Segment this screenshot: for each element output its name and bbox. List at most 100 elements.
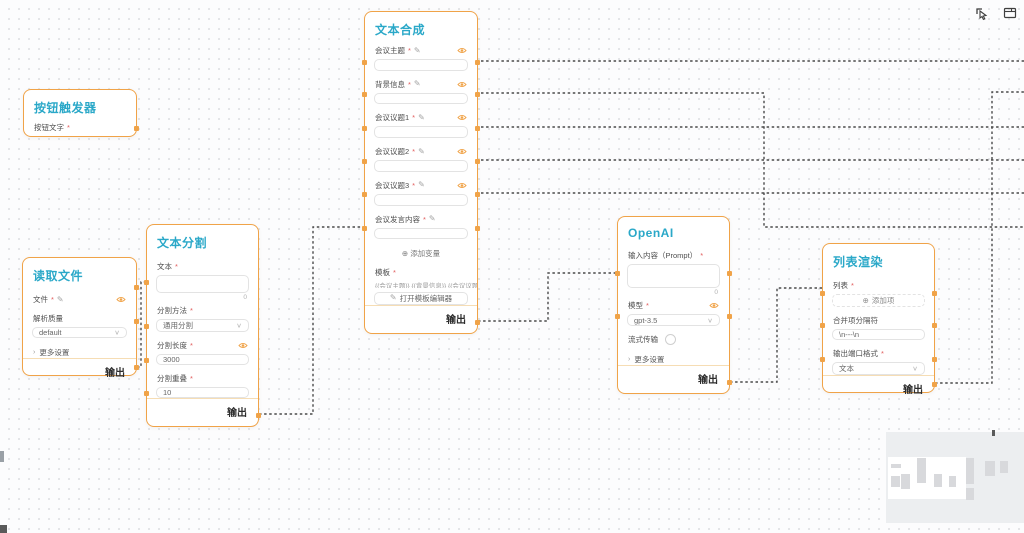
overlap-input[interactable] [156, 387, 249, 398]
eye-icon[interactable] [709, 302, 719, 309]
port-handle[interactable] [932, 382, 937, 387]
field-stream: 流式传输 [618, 334, 729, 345]
port-handle[interactable] [362, 60, 367, 65]
port-handle[interactable] [134, 319, 139, 324]
layout-panel-icon[interactable] [1002, 5, 1018, 21]
required-marker: * [423, 215, 426, 224]
required-marker: * [412, 147, 415, 156]
node-button-trigger[interactable]: 按钮触发器 按钮文字 * [23, 89, 137, 137]
chevron-down-icon: ∨ [236, 322, 242, 329]
eye-icon[interactable] [457, 182, 467, 189]
background-info-input[interactable] [374, 93, 468, 105]
field-agenda-2: 会议议题2 * ✎ [365, 146, 477, 157]
port-handle[interactable] [475, 159, 480, 164]
node-read-file[interactable]: 读取文件 文件 * ✎ 解析质量 default ∨ › 更多设置 输出 [22, 257, 137, 376]
add-variable-button[interactable]: ⊕ 添加变量 [365, 248, 477, 259]
more-settings[interactable]: › 更多设置 [618, 354, 729, 365]
length-input[interactable] [156, 354, 249, 365]
port-handle[interactable] [144, 358, 149, 363]
port-handle[interactable] [932, 357, 937, 362]
offscreen-element-fragment [0, 525, 7, 533]
port-handle[interactable] [362, 126, 367, 131]
quality-select[interactable]: default ∨ [32, 327, 127, 338]
port-handle[interactable] [615, 271, 620, 276]
format-select[interactable]: 文本 ∨ [832, 362, 925, 375]
port-handle[interactable] [820, 357, 825, 362]
port-handle[interactable] [475, 126, 480, 131]
agenda-1-input[interactable] [374, 126, 468, 138]
edit-icon[interactable]: ✎ [429, 215, 436, 223]
port-handle[interactable] [134, 365, 139, 370]
port-handle[interactable] [362, 92, 367, 97]
port-handle[interactable] [362, 192, 367, 197]
text-input[interactable] [156, 275, 249, 293]
port-handle[interactable] [144, 324, 149, 329]
port-handle[interactable] [727, 314, 732, 319]
edge [730, 288, 822, 382]
edit-icon[interactable]: ✎ [414, 80, 421, 88]
minimap-marker [992, 430, 995, 436]
minimap[interactable] [886, 432, 1024, 523]
port-handle[interactable] [932, 291, 937, 296]
flow-canvas[interactable]: 按钮触发器 按钮文字 * 读取文件 文件 * ✎ 解析质量 default ∨ … [0, 0, 1024, 533]
eye-icon[interactable] [116, 296, 126, 303]
port-handle[interactable] [820, 323, 825, 328]
node-title: OpenAI [618, 217, 729, 242]
minimap-node [917, 458, 926, 483]
eye-icon[interactable] [457, 47, 467, 54]
field-length-label: 分割长度 * [147, 340, 258, 351]
field-overlap-label: 分割重叠 * [147, 373, 258, 384]
port-handle[interactable] [475, 320, 480, 325]
port-handle[interactable] [134, 285, 139, 290]
open-template-editor-button[interactable]: ✎ 打开模板编辑器 [374, 292, 468, 305]
required-marker: * [51, 295, 54, 304]
model-select[interactable]: gpt-3.5 ∨ [627, 314, 720, 326]
field-quality-label: 解析质量 [23, 313, 136, 324]
required-marker: * [851, 281, 854, 290]
minimap-node [966, 458, 974, 484]
pointer-tool-icon[interactable] [974, 5, 990, 21]
output-port-label: 输出 [365, 305, 477, 333]
edit-icon[interactable]: ✎ [418, 114, 425, 122]
port-handle[interactable] [727, 380, 732, 385]
port-handle[interactable] [727, 271, 732, 276]
node-text-synthesis[interactable]: 文本合成 会议主题 * ✎ 背景信息 * ✎ 会议议题1 * ✎ [364, 11, 478, 334]
separator-input[interactable] [832, 329, 925, 340]
edit-icon[interactable]: ✎ [57, 296, 64, 304]
speech-content-input[interactable] [374, 228, 468, 240]
add-item-button[interactable]: ⊕ 添加项 [832, 294, 925, 307]
port-handle[interactable] [475, 226, 480, 231]
port-handle[interactable] [932, 323, 937, 328]
port-handle[interactable] [820, 291, 825, 296]
eye-icon[interactable] [457, 114, 467, 121]
minimap-node [949, 476, 956, 487]
meeting-topic-input[interactable] [374, 59, 468, 71]
port-handle[interactable] [144, 280, 149, 285]
edit-icon[interactable]: ✎ [418, 181, 425, 189]
required-marker: * [700, 251, 703, 260]
port-handle[interactable] [362, 159, 367, 164]
node-text-split[interactable]: 文本分割 文本 * 0 分割方法 * 通用分割 ∨ 分割长度 * 分割重叠 * … [146, 224, 259, 427]
port-handle[interactable] [256, 413, 261, 418]
port-handle[interactable] [362, 226, 367, 231]
port-handle[interactable] [134, 126, 139, 131]
port-handle[interactable] [615, 314, 620, 319]
eye-icon[interactable] [238, 342, 248, 349]
agenda-2-input[interactable] [374, 160, 468, 172]
port-handle[interactable] [475, 192, 480, 197]
port-handle[interactable] [144, 391, 149, 396]
port-handle[interactable] [475, 92, 480, 97]
node-list-render[interactable]: 列表渲染 列表 * ⊕ 添加项 合并项分隔符 输出端口格式 * 文本 ∨ 输出 [822, 243, 935, 393]
prompt-input[interactable] [627, 264, 720, 288]
method-select[interactable]: 通用分割 ∨ [156, 319, 249, 332]
agenda-3-input[interactable] [374, 194, 468, 206]
port-handle[interactable] [475, 60, 480, 65]
edit-icon[interactable]: ✎ [418, 148, 425, 156]
more-settings[interactable]: › 更多设置 [23, 347, 136, 358]
stream-toggle[interactable] [665, 334, 676, 345]
node-openai[interactable]: OpenAI 输入内容（Prompt） * 0 模型 * gpt-3.5 ∨ 流… [617, 216, 730, 394]
eye-icon[interactable] [457, 148, 467, 155]
required-marker: * [190, 374, 193, 383]
eye-icon[interactable] [457, 81, 467, 88]
edit-icon[interactable]: ✎ [414, 47, 421, 55]
